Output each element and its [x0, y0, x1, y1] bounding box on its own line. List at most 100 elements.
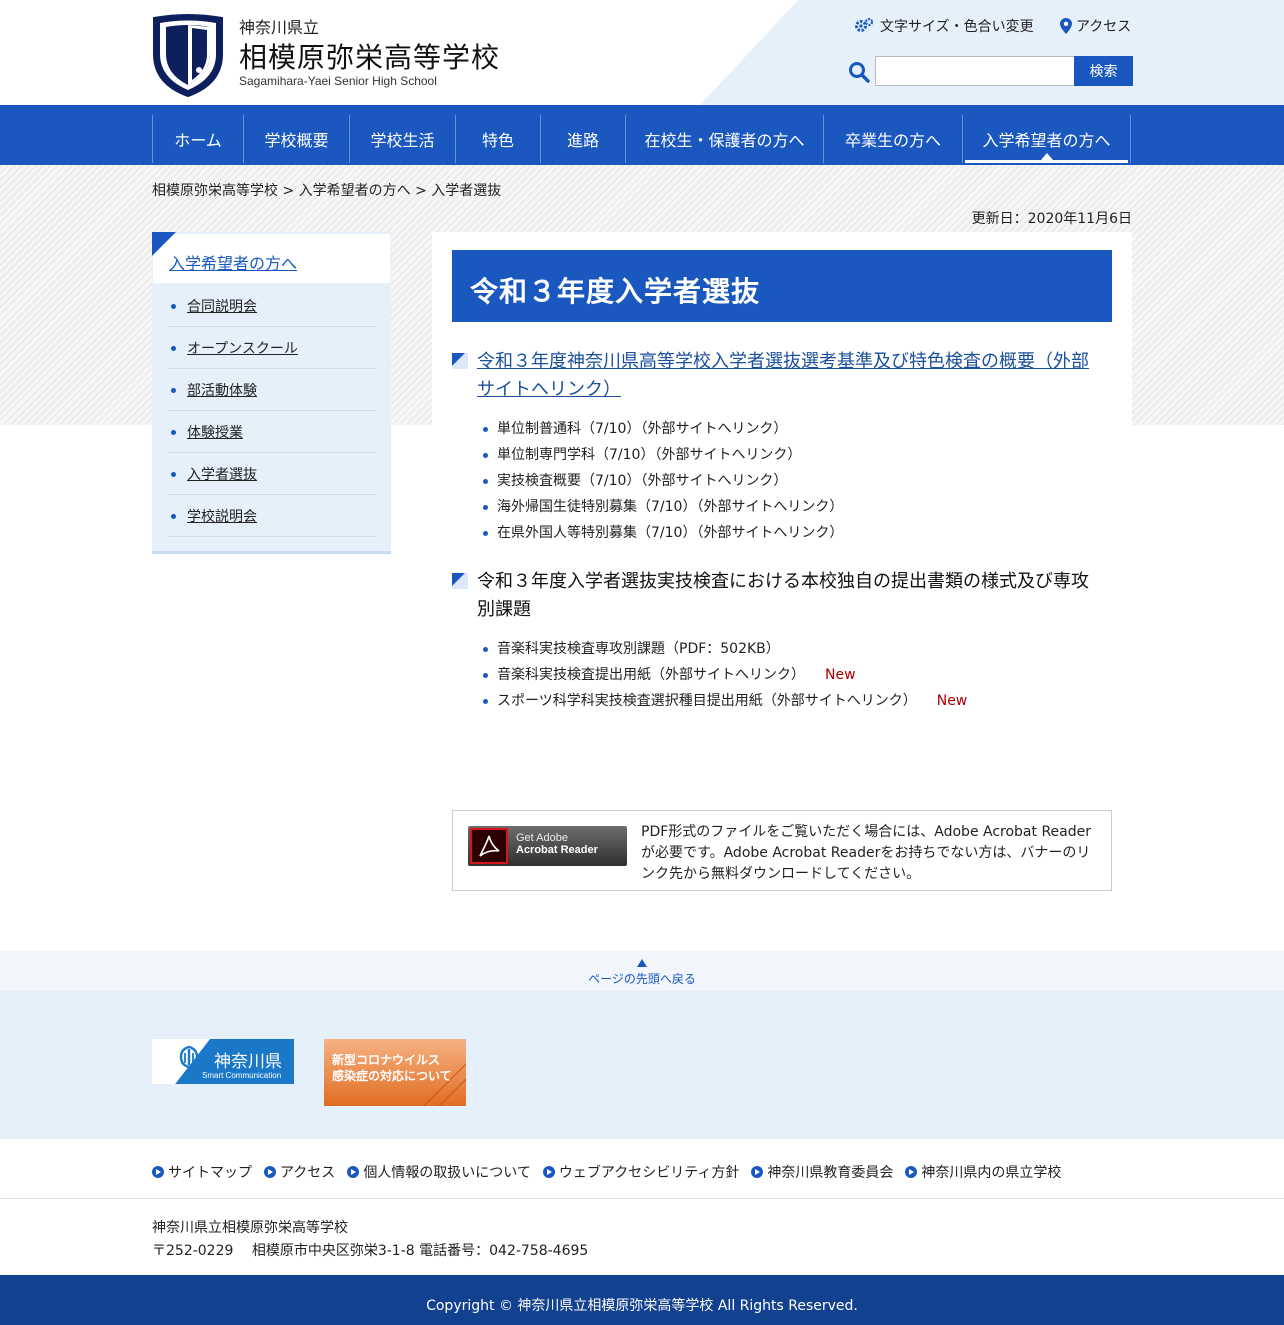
side-nav-item-label[interactable]: 体験授業: [187, 422, 243, 442]
side-nav-item[interactable]: 入学者選抜: [168, 453, 375, 495]
kanagawa-banner-title: 神奈川県: [214, 1052, 282, 1072]
copyright-bar: Copyright © 神奈川県立相模原弥栄高等学校 All Rights Re…: [0, 1275, 1284, 1325]
new-badge: New: [825, 667, 856, 683]
list-item-label[interactable]: スポーツ科学科実技検査選択種目提出用紙（外部サイトへリンク）: [497, 693, 917, 709]
side-nav-item-label[interactable]: 部活動体験: [187, 380, 257, 400]
kanagawa-emblem-icon: [179, 1045, 199, 1069]
section-heading-practical-exam: 令和３年度入学者選抜実技検査における本校独自の提出書類の様式及び専攻別課題: [452, 568, 1092, 624]
practical-exam-list: 音楽科実技検査専攻別課題（PDF：502KB） 音楽科実技検査提出用紙（外部サイ…: [477, 636, 967, 714]
footer-link-prefectural-schools[interactable]: 神奈川県内の県立学校: [905, 1162, 1061, 1182]
list-item[interactable]: スポーツ科学科実技検査選択種目提出用紙（外部サイトへリンク） New: [477, 688, 967, 714]
font-size-color-link[interactable]: 文字サイズ・色合い変更: [854, 16, 1034, 36]
list-item-label[interactable]: 音楽科実技検査専攻別課題（PDF：502KB）: [497, 641, 780, 657]
side-nav-item[interactable]: 合同説明会: [168, 285, 375, 327]
list-item[interactable]: 単位制普通科（7/10）（外部サイトへリンク）: [477, 416, 843, 442]
side-nav-item[interactable]: オープンスクール: [168, 327, 375, 369]
map-pin-icon: [1060, 18, 1072, 34]
nav-item-students-parents[interactable]: 在校生・保護者の方へ: [626, 115, 824, 163]
school-emblem-icon[interactable]: [152, 14, 224, 98]
search-input[interactable]: [875, 56, 1075, 86]
breadcrumb[interactable]: 相模原弥栄高等学校 > 入学希望者の方へ > 入学者選抜: [152, 180, 501, 200]
page-top-link[interactable]: ページの先頭へ戻る: [0, 951, 1284, 991]
acrobat-reader-notice: Get Adobe Acrobat Reader PDF形式のファイルをご覧いた…: [452, 810, 1112, 891]
footer-link-label[interactable]: 個人情報の取扱いについて: [363, 1162, 531, 1182]
arrow-circle-icon: [264, 1166, 276, 1178]
list-item[interactable]: 海外帰国生徒特別募集（7/10）（外部サイトへリンク）: [477, 494, 843, 520]
nav-item-home[interactable]: ホーム: [153, 115, 244, 163]
footer-link-privacy[interactable]: 個人情報の取扱いについて: [347, 1162, 531, 1182]
side-nav-item[interactable]: 学校説明会: [168, 495, 375, 537]
footer-link-label[interactable]: 神奈川県教育委員会: [767, 1162, 893, 1182]
side-nav-item-label[interactable]: 合同説明会: [187, 296, 257, 316]
side-nav-item[interactable]: 体験授業: [168, 411, 375, 453]
section-heading-selection-criteria: 令和３年度神奈川県高等学校入学者選抜選考基準及び特色検査の概要（外部サイトへリン…: [452, 348, 1092, 404]
arrow-circle-icon: [751, 1166, 764, 1178]
acrobat-product-label: Acrobat Reader: [516, 844, 598, 856]
nav-item-career[interactable]: 進路: [541, 115, 626, 163]
footer-link-access[interactable]: アクセス: [264, 1162, 335, 1182]
updated-date: 更新日：2020年11月6日: [971, 211, 1132, 227]
access-link[interactable]: アクセス: [1060, 16, 1131, 36]
gear-icon: [855, 17, 874, 32]
arrow-circle-icon: [905, 1166, 918, 1178]
prefecture-label: 神奈川県立: [239, 18, 320, 37]
footer-divider: [0, 1198, 1284, 1199]
side-nav: 入学希望者の方へ 合同説明会 オープンスクール 部活動体験 体験授業 入学者選抜…: [152, 232, 391, 554]
footer-link-accessibility[interactable]: ウェブアクセシビリティ方針: [542, 1162, 739, 1182]
heading-marker-icon: [452, 573, 468, 589]
covid19-banner-line1: 新型コロナウイルス: [332, 1053, 441, 1067]
kanagawa-prefecture-banner[interactable]: 神奈川県 Smart Communication: [152, 1039, 294, 1084]
side-nav-item-label[interactable]: 入学者選抜: [187, 464, 257, 484]
list-item-label[interactable]: 音楽科実技検査提出用紙（外部サイトへリンク）: [497, 667, 805, 683]
acrobat-notice-text: PDF形式のファイルをご覧いただく場合には、Adobe Acrobat Read…: [641, 824, 1092, 882]
footer-link-label[interactable]: 神奈川県内の県立学校: [921, 1162, 1061, 1182]
covid19-banner-text: 新型コロナウイルス 感染症の対応について: [332, 1052, 452, 1084]
get-acrobat-reader-banner[interactable]: Get Adobe Acrobat Reader: [468, 826, 627, 866]
page-top-label[interactable]: ページの先頭へ戻る: [0, 970, 1284, 987]
acrobat-logo-icon: [470, 828, 508, 864]
nav-item-school-life[interactable]: 学校生活: [350, 115, 456, 163]
footer-link-label[interactable]: サイトマップ: [168, 1162, 252, 1182]
acrobat-banner-text: Get Adobe Acrobat Reader: [516, 832, 598, 856]
kanagawa-banner-subtitle: Smart Communication: [202, 1071, 282, 1080]
side-nav-item-label[interactable]: オープンスクール: [187, 338, 298, 358]
list-item[interactable]: 実技検査概要（7/10）（外部サイトへリンク）: [477, 468, 843, 494]
arrow-circle-icon: [542, 1166, 555, 1178]
nav-item-prospective-students[interactable]: 入学希望者の方へ: [963, 115, 1131, 163]
footer-link-label[interactable]: アクセス: [280, 1162, 335, 1182]
page-title-box: 令和３年度入学者選抜: [452, 250, 1112, 322]
footer-links: サイトマップ アクセス 個人情報の取扱いについて ウェブアクセシビリティ方針 神…: [152, 1162, 1073, 1182]
copyright-text: Copyright © 神奈川県立相模原弥栄高等学校 All Rights Re…: [426, 1298, 858, 1314]
nav-item-features[interactable]: 特色: [456, 115, 541, 163]
arrow-circle-icon: [152, 1166, 164, 1178]
banner-area: 神奈川県 Smart Communication 新型コロナウイルス 感染症の対…: [0, 991, 1284, 1139]
list-item[interactable]: 在県外国人等特別募集（7/10）（外部サイトへリンク）: [477, 520, 843, 546]
school-name[interactable]: 相模原弥栄高等学校: [239, 36, 500, 76]
up-arrow-icon: [637, 959, 647, 967]
search-icon: [849, 62, 870, 83]
side-nav-header: 入学希望者の方へ: [152, 232, 390, 283]
side-nav-item-label[interactable]: 学校説明会: [187, 506, 257, 526]
search-button[interactable]: 検索: [1074, 56, 1133, 86]
nav-item-graduates[interactable]: 卒業生の方へ: [824, 115, 963, 163]
main-content: 令和３年度入学者選抜 令和３年度神奈川県高等学校入学者選抜選考基準及び特色検査の…: [432, 232, 1132, 912]
footer-school-name: 神奈川県立相模原弥栄高等学校: [152, 1220, 348, 1236]
side-nav-list: 合同説明会 オープンスクール 部活動体験 体験授業 入学者選抜 学校説明会: [152, 283, 391, 551]
school-name-english: Sagamihara-Yaei Senior High School: [239, 74, 437, 88]
footer-address: 〒252-0229 相模原市中央区弥栄3-1-8 電話番号：042-758-46…: [152, 1243, 589, 1259]
list-item[interactable]: 音楽科実技検査専攻別課題（PDF：502KB）: [477, 636, 967, 662]
footer-link-board-of-education[interactable]: 神奈川県教育委員会: [751, 1162, 893, 1182]
global-nav: ホーム 学校概要 学校生活 特色 進路 在校生・保護者の方へ 卒業生の方へ 入学…: [0, 105, 1284, 165]
selection-criteria-link[interactable]: 令和３年度神奈川県高等学校入学者選抜選考基準及び特色検査の概要（外部サイトへリン…: [477, 351, 1089, 400]
heading-marker-icon: [452, 353, 468, 369]
selection-criteria-list: 単位制普通科（7/10）（外部サイトへリンク） 単位制専門学科（7/10）（外部…: [477, 416, 843, 546]
footer-link-label[interactable]: ウェブアクセシビリティ方針: [559, 1162, 739, 1182]
footer-link-sitemap[interactable]: サイトマップ: [152, 1162, 252, 1182]
covid19-response-banner[interactable]: 新型コロナウイルス 感染症の対応について: [324, 1039, 466, 1106]
side-nav-item[interactable]: 部活動体験: [168, 369, 375, 411]
side-nav-title[interactable]: 入学希望者の方へ: [169, 250, 297, 274]
nav-item-school-overview[interactable]: 学校概要: [244, 115, 350, 163]
list-item[interactable]: 単位制専門学科（7/10）（外部サイトへリンク）: [477, 442, 843, 468]
font-size-color-label: 文字サイズ・色合い変更: [880, 19, 1034, 35]
list-item[interactable]: 音楽科実技検査提出用紙（外部サイトへリンク） New: [477, 662, 967, 688]
